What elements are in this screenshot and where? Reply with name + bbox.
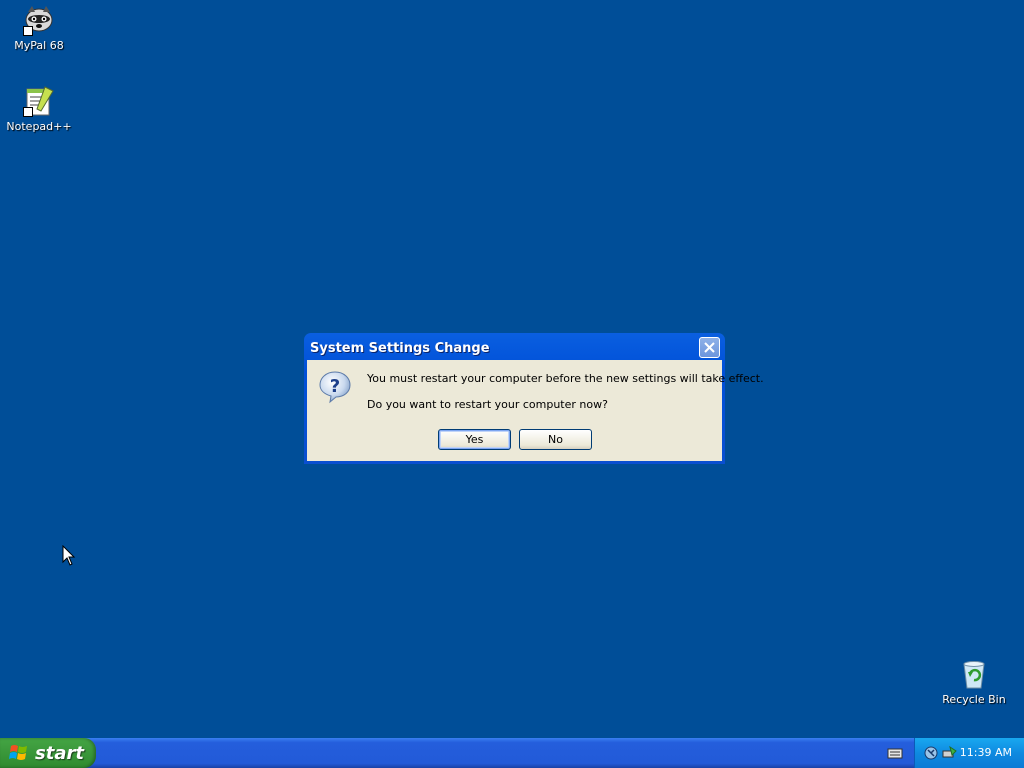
shortcut-arrow-icon [23, 107, 33, 117]
dialog-body: ? You must restart your computer before … [307, 360, 764, 461]
no-button[interactable]: No [519, 429, 592, 450]
desktop-icon-label: MyPal 68 [14, 39, 64, 52]
dialog-question: Do you want to restart your computer now… [367, 398, 608, 411]
keyboard-icon[interactable] [887, 745, 903, 761]
question-icon: ? [318, 370, 352, 404]
dialog-title: System Settings Change [310, 340, 490, 356]
desktop-icon-mypal[interactable]: MyPal 68 [1, 4, 77, 52]
desktop-icon-label: Recycle Bin [942, 693, 1006, 706]
yes-button-label: Yes [465, 433, 484, 446]
dialog-titlebar[interactable]: System Settings Change [307, 336, 722, 360]
mouse-cursor-icon [62, 544, 76, 571]
desktop-icon-recycle-bin[interactable]: Recycle Bin [936, 658, 1012, 706]
dialog-message: You must restart your computer before th… [367, 372, 764, 385]
clock[interactable]: 11:39 AM [960, 746, 1012, 759]
start-button[interactable]: start [0, 738, 96, 768]
yes-button[interactable]: Yes [438, 429, 511, 450]
desktop-icon-notepadpp[interactable]: Notepad++ [1, 85, 77, 133]
desktop: MyPal 68 Notepad++ Recycle Bin System Se… [0, 0, 1024, 738]
recycle-bin-icon [958, 658, 990, 690]
close-icon [704, 342, 715, 353]
system-settings-dialog: System Settings Change ? You must restar… [304, 333, 764, 464]
notepadpp-icon [23, 85, 55, 117]
windows-logo-icon [9, 745, 27, 760]
start-label: start [35, 742, 84, 764]
mypal-icon [23, 4, 55, 36]
shortcut-arrow-icon [23, 26, 33, 36]
safely-remove-icon[interactable] [941, 745, 957, 761]
system-tray: 11:39 AM [914, 738, 1024, 768]
desktop-icon-label: Notepad++ [6, 120, 72, 133]
taskbar: start 11:39 AM [0, 738, 1024, 768]
no-button-label: No [548, 433, 563, 446]
network-icon[interactable] [923, 745, 939, 761]
close-button[interactable] [699, 337, 720, 358]
svg-text:?: ? [330, 376, 340, 397]
